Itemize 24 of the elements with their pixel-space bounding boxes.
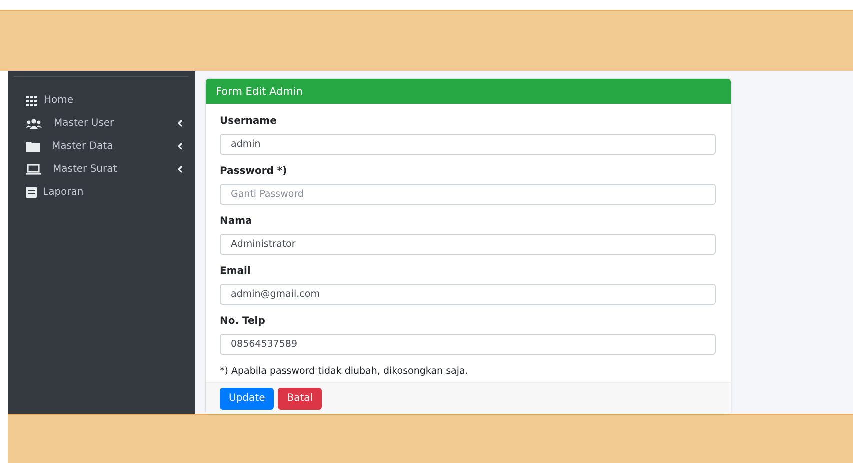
input-field[interactable]: 08564537589 xyxy=(220,334,716,355)
card-header: Form Edit Admin xyxy=(206,79,731,104)
input-field[interactable]: admin@gmail.com xyxy=(220,284,716,305)
field-label: Password *) xyxy=(220,166,288,178)
laptop-icon xyxy=(26,164,41,175)
grid-icon xyxy=(26,96,38,106)
field-label: Username xyxy=(220,116,278,128)
report-icon xyxy=(26,187,37,198)
sidebar-item[interactable]: Master Surat xyxy=(8,158,195,181)
sidebar-item[interactable]: Laporan xyxy=(8,181,195,204)
cancel-button[interactable]: Batal xyxy=(278,388,322,410)
field-label: No. Telp xyxy=(220,316,266,328)
sidebar-item[interactable]: Master User xyxy=(8,112,195,135)
field-label: Nama xyxy=(220,216,254,228)
input-field[interactable]: admin xyxy=(220,134,716,155)
sidebar-item[interactable]: Master Data xyxy=(8,135,195,158)
users-icon xyxy=(26,118,42,128)
input-field[interactable]: Ganti Password xyxy=(220,184,716,205)
note-text: *) Apabila password tidak diubah, dikosongkan saja. xyxy=(220,366,470,377)
sidebar-item[interactable]: Home xyxy=(8,89,195,112)
folder-icon xyxy=(26,142,40,152)
submit-button[interactable]: Update xyxy=(220,388,274,410)
field-label: Email xyxy=(220,266,252,278)
input-field[interactable]: Administrator xyxy=(220,234,716,255)
